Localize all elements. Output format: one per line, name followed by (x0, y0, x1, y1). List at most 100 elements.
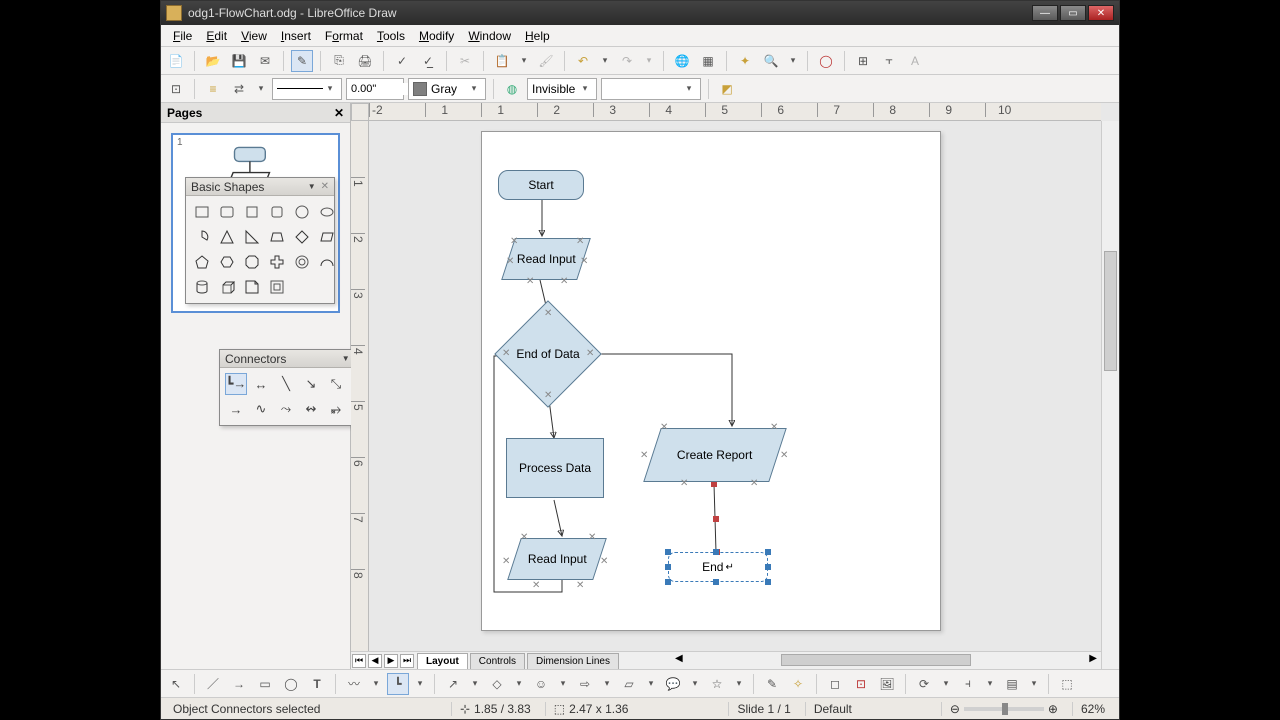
print-button[interactable]: 🖨 (354, 50, 376, 72)
font-color-button[interactable]: A (904, 50, 926, 72)
zoom-slider[interactable] (964, 707, 1044, 711)
shape-cross[interactable] (266, 251, 288, 273)
new-button[interactable]: 📄 (165, 50, 187, 72)
connector-midpoint[interactable] (713, 516, 719, 522)
arrow-tool[interactable]: → (228, 673, 250, 695)
shape-parallelogram[interactable] (316, 226, 338, 248)
arrange-button[interactable]: ⊡ (165, 78, 187, 100)
connector-line-arrows[interactable]: ⤡ (325, 373, 347, 395)
connectors-toolbar[interactable]: Connectors ▼ ✕ ┗ ┗→ ↔ ╲ ↘ ⤡ ─ → ∿ ⤳ ↭ ⥵ (219, 349, 369, 426)
dropdown-icon[interactable]: ▼ (308, 182, 316, 191)
shape-octagon[interactable] (241, 251, 263, 273)
text-tool[interactable]: T (306, 673, 328, 695)
shape-pie[interactable] (191, 226, 213, 248)
connector-curved[interactable]: ∿ (250, 398, 272, 420)
align-button[interactable]: ⫞ (957, 673, 979, 695)
tab-controls[interactable]: Controls (470, 653, 525, 669)
shape-diamond[interactable] (291, 226, 313, 248)
navigator-button[interactable]: ✦ (734, 50, 756, 72)
callouts-tool[interactable]: 💬 (662, 673, 684, 695)
line-width-input[interactable] (351, 83, 411, 95)
tab-layout[interactable]: Layout (417, 653, 468, 669)
connector-tool[interactable]: ┗ (387, 673, 409, 695)
shape-square[interactable] (241, 201, 263, 223)
hyperlink-button[interactable]: 🌐 (671, 50, 693, 72)
points-tool[interactable]: ✎ (761, 673, 783, 695)
connector-line-arrow[interactable]: ↘ (300, 373, 322, 395)
menu-edit[interactable]: Edit (200, 27, 233, 45)
undo-button[interactable]: ↶ (572, 50, 594, 72)
node-create-report[interactable]: Create Report (643, 428, 787, 482)
close-icon[interactable]: ✕ (321, 181, 329, 192)
area-style-select[interactable]: Invisible ▾ (527, 78, 597, 100)
connector-curved-circles[interactable]: ⥵ (325, 398, 347, 420)
maximize-button[interactable]: ▭ (1060, 5, 1086, 21)
ellipse-tool[interactable]: ◯ (280, 673, 302, 695)
shape-right-triangle[interactable] (241, 226, 263, 248)
help-button[interactable]: ◯ (815, 50, 837, 72)
basic-shapes-toolbar[interactable]: Basic Shapes ▼ ✕ (185, 177, 335, 304)
node-end-selected[interactable]: End ↵ (668, 552, 768, 582)
rectangle-tool[interactable]: ▭ (254, 673, 276, 695)
save-button[interactable]: 💾 (228, 50, 250, 72)
glue-points-tool[interactable]: ✧ (787, 673, 809, 695)
shape-rounded-square[interactable] (266, 201, 288, 223)
menu-file[interactable]: File (167, 27, 198, 45)
line-color-select[interactable]: Gray ▾ (408, 78, 486, 100)
connector-arrows[interactable]: ↔ (250, 373, 272, 395)
shape-ring[interactable] (291, 251, 313, 273)
connector-curved-arrow[interactable]: ⤳ (275, 398, 297, 420)
shape-rectangle[interactable] (191, 201, 213, 223)
crop-button[interactable]: ⊡ (850, 673, 872, 695)
arrow-dropdown-icon[interactable]: ▾ (254, 83, 268, 94)
stars-tool[interactable]: ☆ (706, 673, 728, 695)
area-fill-select[interactable]: ▾ (601, 78, 701, 100)
line-style-select[interactable]: ▾ (272, 78, 342, 100)
line-tool[interactable]: ／ (202, 673, 224, 695)
paste-button[interactable]: 📋 (491, 50, 513, 72)
shape-cylinder[interactable] (191, 276, 213, 298)
undo-dropdown-icon[interactable]: ▾ (598, 55, 612, 66)
node-read-input-2[interactable]: Read Input (507, 538, 607, 580)
tab-first-button[interactable]: ⏮ (352, 654, 366, 668)
fill-style-button[interactable]: ◍ (501, 78, 523, 100)
connector-straight-arrow[interactable]: → (225, 398, 247, 420)
rotate-button[interactable]: ⟳ (913, 673, 935, 695)
menu-tools[interactable]: Tools (371, 27, 411, 45)
zoom-out-button[interactable]: ⊖ (950, 702, 960, 716)
pages-panel-close-icon[interactable]: ✕ (334, 106, 344, 120)
scroll-thumb[interactable] (781, 654, 971, 666)
minimize-button[interactable]: — (1032, 5, 1058, 21)
menu-window[interactable]: Window (462, 27, 517, 45)
cut-button[interactable]: ✂ (454, 50, 476, 72)
curve-tool[interactable]: 〰 (343, 673, 365, 695)
from-file-button[interactable]: 🖼 (876, 673, 898, 695)
connector-curved-arrows[interactable]: ↭ (300, 398, 322, 420)
horizontal-scrollbar[interactable]: ◀ ▶ (671, 651, 1101, 669)
redo-button[interactable]: ↷ (616, 50, 638, 72)
export-pdf-button[interactable]: ⎘ (328, 50, 350, 72)
connector-line[interactable]: ╲ (275, 373, 297, 395)
menu-format[interactable]: Format (319, 27, 369, 45)
node-start[interactable]: Start (498, 170, 584, 200)
lines-arrows-tool[interactable]: ↗ (442, 673, 464, 695)
connectors-header[interactable]: Connectors ▼ ✕ (220, 350, 368, 368)
shape-arc[interactable] (316, 251, 338, 273)
arrow-style-button[interactable]: ⇄ (228, 78, 250, 100)
shape-folded-corner[interactable] (241, 276, 263, 298)
spellcheck-button[interactable]: ✓ (391, 50, 413, 72)
status-layout[interactable]: Default (805, 702, 935, 716)
table-button[interactable]: ▦ (697, 50, 719, 72)
menu-view[interactable]: View (235, 27, 273, 45)
shape-triangle[interactable] (216, 226, 238, 248)
drawing-page[interactable]: Start Read Input ✕✕ ✕✕ ✕✕ End of Data ✕✕… (481, 131, 941, 631)
basic-shapes-header[interactable]: Basic Shapes ▼ ✕ (186, 178, 334, 196)
email-button[interactable]: ✉ (254, 50, 276, 72)
tab-prev-button[interactable]: ◀ (368, 654, 382, 668)
zoom-value[interactable]: 62% (1072, 702, 1113, 716)
connector-arrow-end[interactable]: ┗→ (225, 373, 247, 395)
shape-ellipse[interactable] (316, 201, 338, 223)
tab-dimension-lines[interactable]: Dimension Lines (527, 653, 619, 669)
auto-spellcheck-button[interactable]: ✓̲ (417, 50, 439, 72)
extrusion-button[interactable]: ⬚ (1056, 673, 1078, 695)
